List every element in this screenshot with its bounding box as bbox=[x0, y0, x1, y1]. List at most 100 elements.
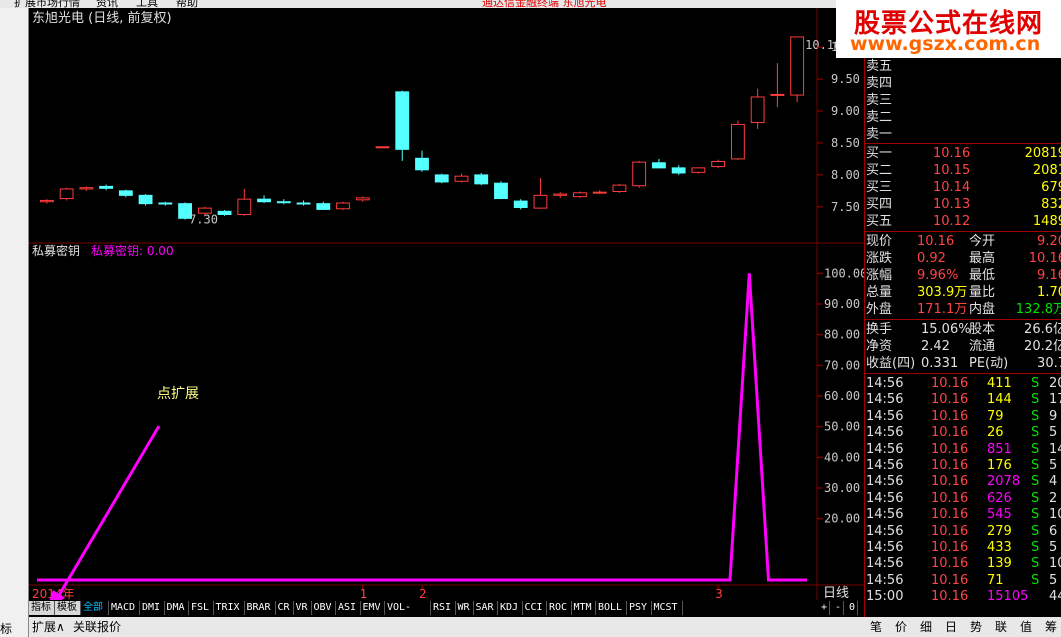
tick-volume: 411 bbox=[987, 376, 1012, 391]
panel-separator bbox=[865, 373, 1061, 374]
quote-tab-2[interactable]: 细 bbox=[920, 618, 932, 635]
candle-body bbox=[118, 190, 133, 196]
tab-control-minus[interactable]: - bbox=[833, 601, 845, 615]
tick-price: 10.16 bbox=[931, 458, 969, 473]
kline-chart-area[interactable]: 东旭光电 (日线, 前复权) 私募密钥 私募密钥: 0.00 点扩展 2014年… bbox=[29, 8, 867, 617]
quote-tab-3[interactable]: 日 bbox=[945, 618, 957, 635]
ask-row: 卖三 bbox=[865, 92, 1061, 109]
tab-mtm[interactable]: MTM bbox=[572, 601, 596, 615]
tab-psy[interactable]: PSY bbox=[627, 601, 652, 615]
tab-dma[interactable]: DMA bbox=[165, 601, 189, 615]
tab-fsl[interactable]: FSL bbox=[189, 601, 214, 615]
menu-item-market[interactable]: 扩展市场行情 bbox=[14, 0, 80, 8]
tab-asi[interactable]: ASI bbox=[336, 601, 361, 615]
tab-trix[interactable]: TRIX bbox=[214, 601, 245, 615]
tick-count: 5 bbox=[1049, 572, 1058, 588]
fund-label: 流通 bbox=[969, 339, 996, 354]
stat-label: 内盘 bbox=[969, 302, 996, 317]
tick-time: 14:56 bbox=[866, 425, 904, 441]
tick-time: 14:56 bbox=[866, 490, 904, 506]
fund-value: 20.2亿 bbox=[1024, 339, 1061, 354]
tab-control-plus[interactable]: + bbox=[819, 601, 831, 615]
tab-指标[interactable]: 指标 bbox=[29, 601, 55, 615]
tab-全部[interactable]: 全部 bbox=[81, 601, 109, 615]
tab-vol-tdx[interactable]: VOL-TDX bbox=[385, 601, 431, 627]
chart-canvas[interactable]: 东旭光电 (日线, 前复权) 私募密钥 私募密钥: 0.00 点扩展 2014年… bbox=[29, 8, 867, 608]
menu-item-help[interactable]: 帮助 bbox=[176, 0, 198, 8]
tick-side: S bbox=[1031, 408, 1040, 424]
candle-body bbox=[434, 174, 449, 183]
bid-volume: 20819 bbox=[1024, 146, 1061, 161]
candle-body bbox=[592, 191, 607, 194]
stat-value: 9.20 bbox=[1037, 234, 1061, 249]
fund-row: 换手 15.06%股本 26.6亿 bbox=[865, 321, 1061, 338]
tick-volume: 433 bbox=[987, 540, 1012, 555]
tick-side: S bbox=[1031, 425, 1040, 441]
tick-volume: 626 bbox=[987, 490, 1012, 506]
candle-body bbox=[632, 161, 647, 187]
candle-body bbox=[671, 167, 686, 174]
tab-sar[interactable]: SAR bbox=[474, 601, 498, 615]
tab-rsi[interactable]: RSI bbox=[431, 601, 456, 615]
stat-label: 现价 bbox=[866, 234, 893, 249]
tick-count: 9 bbox=[1049, 408, 1058, 424]
tick-volume: 79 bbox=[987, 408, 1004, 424]
tick-volume: 71 bbox=[987, 572, 1004, 588]
candle-body bbox=[415, 157, 429, 171]
quote-tab-6[interactable]: 值 bbox=[1020, 618, 1032, 635]
candle-body bbox=[316, 203, 331, 210]
tick-price: 10.16 bbox=[931, 556, 969, 572]
tab-brar[interactable]: BRAR bbox=[245, 601, 276, 615]
candle-body bbox=[395, 91, 410, 150]
tab-vr[interactable]: VR bbox=[294, 601, 312, 615]
tick-price: 10.16 bbox=[931, 507, 969, 523]
tick-count: 5 bbox=[1049, 425, 1058, 441]
indicator-tick-label: 100.00 bbox=[824, 266, 864, 280]
tick-price: 10.16 bbox=[931, 425, 969, 441]
tick-price: 10.16 bbox=[931, 474, 969, 490]
candle-body bbox=[375, 146, 390, 149]
tab-control-zero[interactable]: 0 bbox=[847, 601, 859, 615]
tick-price: 10.16 bbox=[931, 589, 969, 605]
tab-macd[interactable]: MACD bbox=[109, 601, 140, 615]
related-quote-button[interactable]: 关联报价 bbox=[73, 618, 121, 635]
quote-tab-7[interactable]: 筹 bbox=[1045, 618, 1057, 635]
tab-emv[interactable]: EMV bbox=[361, 601, 385, 615]
expand-button[interactable]: 扩展∧ bbox=[32, 618, 65, 635]
tab-roc[interactable]: ROC bbox=[547, 601, 572, 615]
tick-count: 4 bbox=[1049, 474, 1058, 490]
tab-wr[interactable]: WR bbox=[456, 601, 474, 615]
quote-tab-4[interactable]: 势 bbox=[970, 618, 982, 635]
indicator-tick-label: 90.00 bbox=[824, 297, 860, 311]
tick-volume: 545 bbox=[987, 507, 1012, 523]
quote-tab-5[interactable]: 联 bbox=[995, 618, 1007, 635]
tick-volume: 279 bbox=[987, 523, 1012, 539]
annotation-arrow bbox=[53, 425, 161, 603]
tab-cci[interactable]: CCI bbox=[523, 601, 547, 615]
tab-obv[interactable]: OBV bbox=[312, 601, 336, 615]
quote-tab-1[interactable]: 价 bbox=[895, 618, 907, 635]
tab-boll[interactable]: BOLL bbox=[596, 601, 627, 615]
tick-count: 5 bbox=[1049, 540, 1058, 555]
indicator-tick-label: 30.00 bbox=[824, 481, 860, 495]
tick-row: 14:56 10.16 71 S 5 bbox=[865, 572, 1061, 589]
candle-body bbox=[790, 36, 805, 96]
tab-mcst[interactable]: MCST bbox=[652, 601, 683, 615]
tab-dmi[interactable]: DMI bbox=[140, 601, 165, 615]
tab-模板[interactable]: 模板 bbox=[55, 601, 81, 615]
tab-cr[interactable]: CR bbox=[276, 601, 294, 615]
tab-kdj[interactable]: KDJ bbox=[498, 601, 523, 615]
bid-row: 买二 10.15 2081 bbox=[865, 162, 1061, 179]
fund-value: 2.42 bbox=[921, 339, 950, 354]
stat-row: 涨幅 9.96% 最低 9.16 bbox=[865, 267, 1061, 284]
price-tick-label: 8.00 bbox=[831, 168, 860, 182]
menu-item-news[interactable]: 资讯 bbox=[96, 0, 118, 8]
tick-count: 5 bbox=[1049, 458, 1058, 473]
tick-row: 14:56 10.16 79 S 9 bbox=[865, 408, 1061, 425]
candle-body bbox=[257, 198, 271, 203]
quote-tab-0[interactable]: 笔 bbox=[870, 618, 882, 635]
tick-volume: 15105 bbox=[987, 589, 1029, 605]
tick-time: 14:56 bbox=[866, 408, 904, 424]
candle-body bbox=[711, 160, 726, 168]
menu-item-tools[interactable]: 工具 bbox=[136, 0, 158, 8]
